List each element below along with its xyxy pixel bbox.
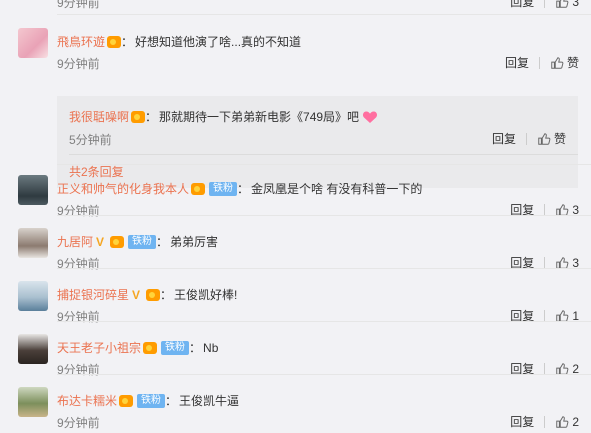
thumb-up-icon (556, 0, 569, 8)
comment-text: Nb (203, 340, 219, 355)
comment-header: 布达卡糯米 铁粉 ： 王俊凯牛逼 (57, 392, 239, 409)
avatar[interactable] (18, 28, 48, 58)
like-button[interactable]: 赞 (550, 54, 579, 71)
username-link[interactable]: 捕捉银河碎星 (57, 286, 129, 303)
vip-crown-icon (191, 182, 206, 195)
row-divider (57, 321, 591, 322)
comment-time: 9分钟前 (57, 0, 100, 10)
avatar[interactable] (18, 175, 48, 205)
comment-actions: 回复 2 (510, 413, 579, 430)
comment-time: 9分钟前 (57, 57, 100, 71)
action-separator (544, 0, 546, 8)
comment-time: 9分钟前 (57, 363, 100, 377)
verified-v-icon: V (132, 287, 141, 302)
username-link[interactable]: 我很聒噪啊 (69, 108, 129, 125)
comment-actions: 回复 3 (510, 0, 579, 10)
username-link[interactable]: 布达卡糯米 (57, 392, 117, 409)
sub-reply-header: 我很聒噪啊 ： 那就期待一下弟弟新电影《749局》吧 (69, 108, 378, 125)
vip-crown-icon (119, 394, 134, 407)
colon-separator: ： (189, 341, 202, 355)
comment-text: 好想知道他演了啥...真的不知道 (135, 35, 302, 49)
sub-reply-actions: 回复 赞 (492, 130, 566, 147)
colon-separator: ： (145, 110, 158, 124)
reply-button[interactable]: 回复 (505, 54, 529, 71)
row-divider (57, 268, 591, 269)
colon-separator: ： (237, 182, 250, 196)
comment-time: 9分钟前 (57, 416, 100, 430)
avatar[interactable] (18, 228, 48, 258)
thumb-up-icon (538, 132, 551, 145)
vip-crown-icon (107, 35, 122, 48)
sub-reply-time: 5分钟前 (69, 133, 112, 147)
sub-reply-text: 那就期待一下弟弟新电影《749局》吧 (159, 110, 360, 124)
comment-header: 捕捉银河碎星 V ： 王俊凯好棒! (57, 286, 237, 303)
avatar[interactable] (18, 334, 48, 364)
comment-text: 弟弟厉害 (170, 235, 219, 249)
sub-reply-box: 我很聒噪啊 ： 那就期待一下弟弟新电影《749局》吧 5分钟前 回复 赞 共2条… (57, 96, 578, 188)
thumb-up-icon (556, 415, 569, 428)
action-separator (544, 203, 546, 216)
action-separator (538, 56, 540, 69)
comment-text: 王俊凯牛逼 (179, 394, 240, 408)
action-separator (525, 132, 527, 145)
comment-header: 天王老子小祖宗 铁粉 ： Nb (57, 339, 218, 356)
like-button[interactable]: 2 (555, 415, 579, 429)
vip-crown-icon (131, 110, 146, 123)
verified-v-icon: V (96, 234, 105, 249)
username-link[interactable]: 飛鳥环遊 (57, 33, 105, 50)
fan-badge[interactable]: 铁粉 (161, 340, 190, 355)
like-label: 赞 (566, 56, 579, 70)
colon-separator: ： (156, 235, 169, 249)
vip-crown-icon (110, 235, 125, 248)
like-button[interactable]: 3 (555, 0, 579, 9)
action-separator (544, 415, 546, 428)
comment-actions: 回复 赞 (505, 54, 579, 71)
comment-time: 9分钟前 (57, 204, 100, 218)
username-link[interactable]: 天王老子小祖宗 (57, 339, 141, 356)
like-count: 2 (572, 414, 579, 429)
reply-button[interactable]: 回复 (510, 0, 534, 10)
fan-badge[interactable]: 铁粉 (209, 181, 238, 196)
vip-crown-icon (146, 288, 161, 301)
comment-time: 9分钟前 (57, 257, 100, 271)
comment-thread: 9分钟前 回复 3 飛鳥环遊 ： 好想知道他演了啥...真的不知道 9分钟前 回… (0, 0, 591, 433)
action-separator (544, 256, 546, 269)
reply-button[interactable]: 回复 (510, 413, 534, 430)
colon-separator: ： (121, 35, 134, 49)
row-divider (57, 14, 591, 15)
comment-text: 金凤凰是个啥 有没有科普一下的 (251, 182, 423, 196)
avatar[interactable] (18, 387, 48, 417)
comment-header: 正义和帅气的化身我本人 铁粉 ： 金凤凰是个啥 有没有科普一下的 (57, 180, 422, 197)
colon-separator: ： (165, 394, 178, 408)
avatar[interactable] (18, 281, 48, 311)
action-separator (544, 309, 546, 322)
row-divider (57, 164, 591, 165)
row-divider (69, 154, 578, 155)
more-replies-link[interactable]: 共2条回复 (69, 163, 124, 180)
thumb-up-icon (551, 56, 564, 69)
comment-time: 9分钟前 (57, 310, 100, 324)
vip-crown-icon (143, 341, 158, 354)
username-link[interactable]: 正义和帅气的化身我本人 (57, 180, 189, 197)
heart-icon (363, 111, 378, 123)
row-divider (57, 374, 591, 375)
fan-badge[interactable]: 铁粉 (137, 393, 166, 408)
row-divider (57, 215, 591, 216)
like-count: 3 (572, 0, 579, 9)
comment-header: 飛鳥环遊 ： 好想知道他演了啥...真的不知道 (57, 33, 301, 50)
colon-separator: ： (160, 288, 173, 302)
comment-header: 九居阿 V 铁粉 ： 弟弟厉害 (57, 233, 218, 250)
comment-text: 王俊凯好棒! (174, 288, 238, 302)
like-label: 赞 (553, 132, 566, 146)
fan-badge[interactable]: 铁粉 (128, 234, 157, 249)
username-link[interactable]: 九居阿 (57, 233, 93, 250)
action-separator (544, 362, 546, 375)
like-button[interactable]: 赞 (537, 130, 566, 147)
reply-button[interactable]: 回复 (492, 130, 516, 147)
